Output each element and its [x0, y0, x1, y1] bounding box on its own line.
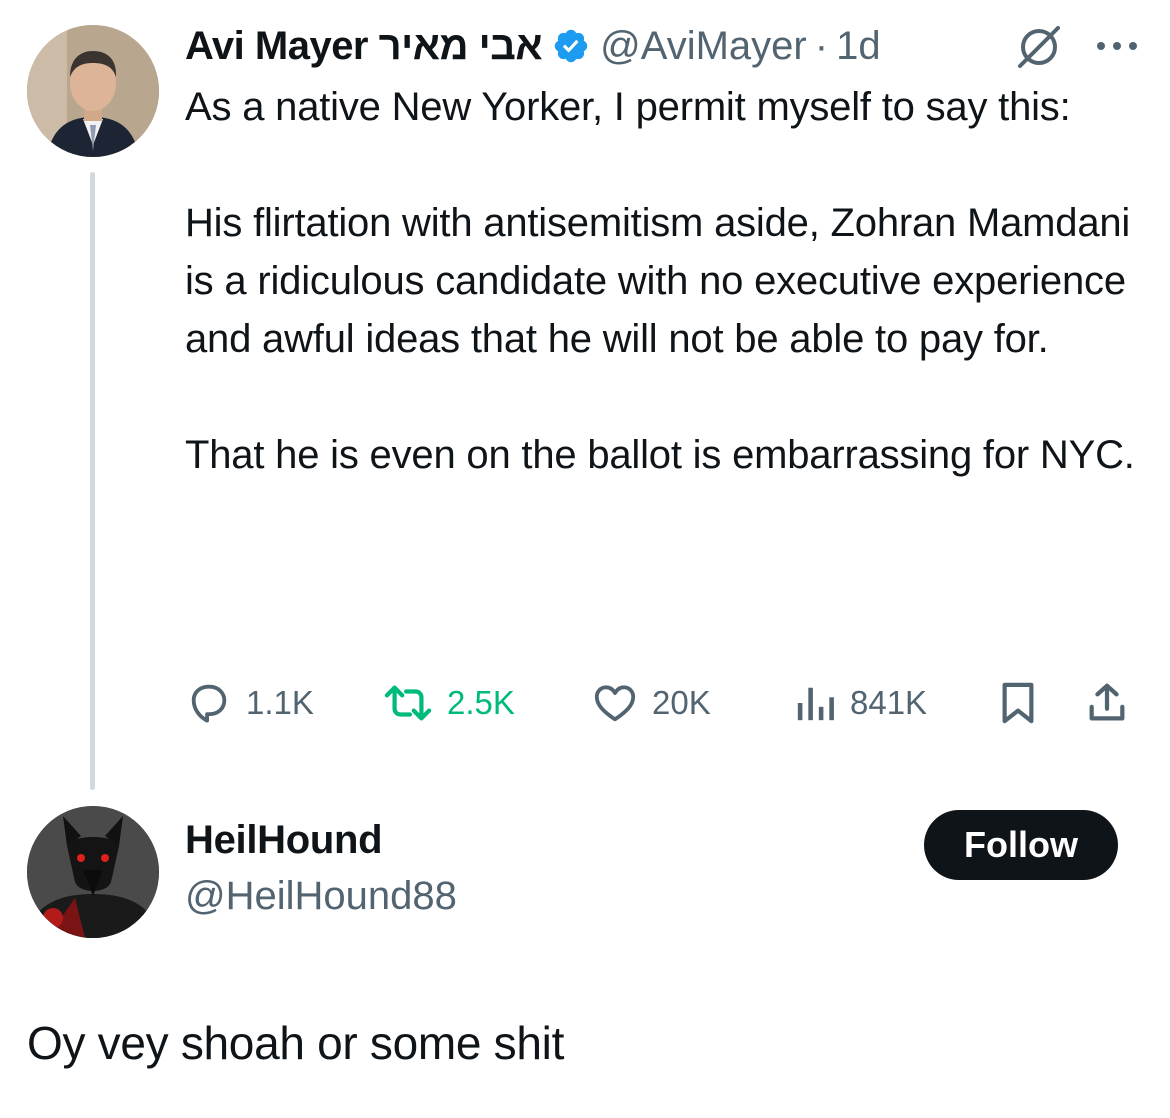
reply-body-text: Oy vey shoah or some shit [27, 1017, 565, 1069]
tweet-action-bar: 1.1K 2.5K 20K 841K [0, 668, 1170, 738]
avatar-heilhound[interactable] [27, 806, 159, 938]
reply-count: 1.1K [246, 684, 314, 721]
share-icon [1089, 683, 1125, 721]
tweet-timestamp[interactable]: 1d [836, 24, 881, 69]
reply-icon [191, 684, 227, 723]
retweet-count: 2.5K [447, 684, 515, 721]
wolf-profile-image-icon [27, 806, 159, 938]
tweet-body-text: As a native New Yorker, I permit myself … [185, 85, 1135, 477]
like-button[interactable]: 20K [592, 668, 711, 738]
views-count: 841K [850, 684, 928, 721]
retweet-button[interactable]: 2.5K [383, 668, 515, 738]
follow-button[interactable]: Follow [924, 810, 1118, 880]
reply-button[interactable]: 1.1K [186, 668, 314, 738]
header-separator: · [814, 23, 829, 68]
heart-icon [594, 685, 636, 722]
author-display-name[interactable]: Avi Mayer אבי מאיר [185, 24, 543, 69]
bookmark-icon [1002, 682, 1034, 724]
grok-icon[interactable] [1014, 22, 1064, 72]
reply-author-handle[interactable]: @HeilHound88 [185, 874, 457, 919]
author-handle[interactable]: @AviMayer [600, 24, 807, 69]
verified-badge-icon [552, 27, 590, 65]
reply-author-display-name[interactable]: HeilHound [185, 818, 383, 863]
bookmark-button[interactable] [997, 668, 1039, 738]
views-chart-icon [797, 687, 834, 721]
tweet-header: Avi Mayer אבי מאיר @AviMayer · 1d [185, 18, 881, 74]
like-count: 20K [652, 684, 711, 721]
share-button[interactable] [1084, 668, 1130, 738]
views-button[interactable]: 841K [794, 668, 927, 738]
avatar-avi-mayer[interactable] [27, 25, 159, 157]
more-options-icon[interactable] [1093, 36, 1141, 56]
profile-photo-icon [27, 25, 159, 157]
retweet-icon [384, 685, 432, 721]
